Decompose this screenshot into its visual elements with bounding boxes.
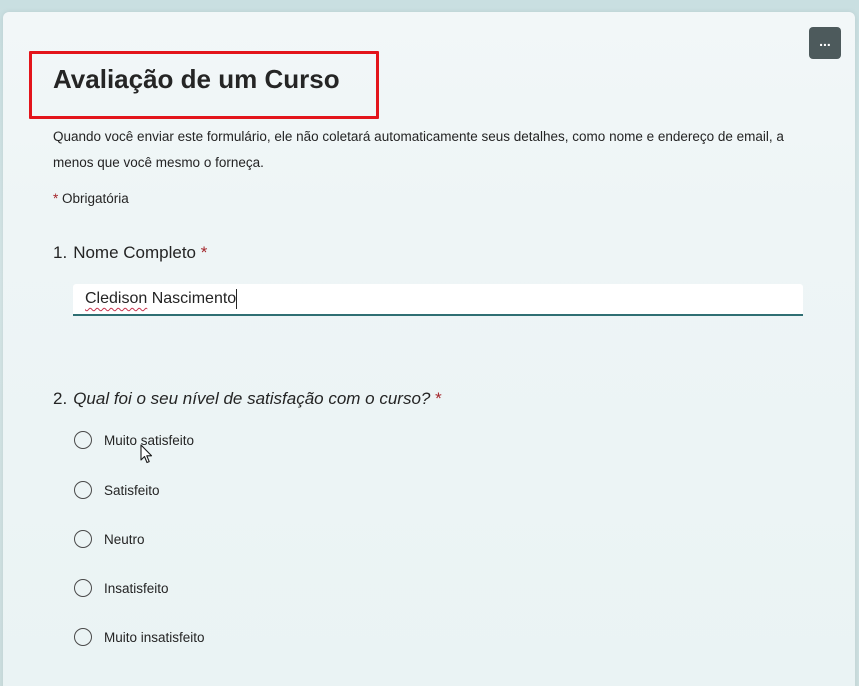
form-title: Avaliação de um Curso xyxy=(53,64,340,94)
radio-button-icon[interactable] xyxy=(74,579,92,597)
full-name-input[interactable]: Cledison Nascimento xyxy=(73,284,803,316)
question-number: 1. xyxy=(53,243,68,262)
required-asterisk: * xyxy=(53,191,59,206)
text-caret xyxy=(236,289,238,309)
option-satisfeito[interactable]: Satisfeito xyxy=(74,481,160,499)
question-text: Qual foi o seu nível de satisfação com o… xyxy=(73,389,431,408)
option-label: Neutro xyxy=(104,531,145,547)
option-label: Muito insatisfeito xyxy=(104,629,205,645)
required-asterisk: * xyxy=(435,389,442,408)
more-options-button[interactable]: ... xyxy=(809,27,841,59)
required-asterisk: * xyxy=(200,243,208,262)
option-muito-insatisfeito[interactable]: Muito insatisfeito xyxy=(74,628,205,646)
option-label: Insatisfeito xyxy=(104,580,169,596)
input-value-last-name: Nascimento xyxy=(147,290,237,307)
option-insatisfeito[interactable]: Insatisfeito xyxy=(74,579,169,597)
input-value-first-name: Cledison xyxy=(85,290,148,307)
question-text: Nome Completo xyxy=(73,243,197,262)
required-note: * Obrigatória xyxy=(53,191,129,206)
more-options-icon: ... xyxy=(819,32,831,49)
required-note-label: Obrigatória xyxy=(62,191,129,206)
radio-button-icon[interactable] xyxy=(74,431,92,449)
option-label: Satisfeito xyxy=(104,482,160,498)
question-1-title: 1. Nome Completo * xyxy=(53,243,207,263)
option-muito-satisfeito[interactable]: Muito satisfeito xyxy=(74,431,194,449)
form-description: Quando você enviar este formulário, ele … xyxy=(53,129,784,170)
question-number: 2. xyxy=(53,389,68,408)
radio-button-icon[interactable] xyxy=(74,530,92,548)
radio-button-icon[interactable] xyxy=(74,481,92,499)
radio-button-icon[interactable] xyxy=(74,628,92,646)
question-2-title: 2. Qual foi o seu nível de satisfação com… xyxy=(53,389,442,409)
mouse-pointer-icon xyxy=(140,444,153,464)
option-neutro[interactable]: Neutro xyxy=(74,530,145,548)
